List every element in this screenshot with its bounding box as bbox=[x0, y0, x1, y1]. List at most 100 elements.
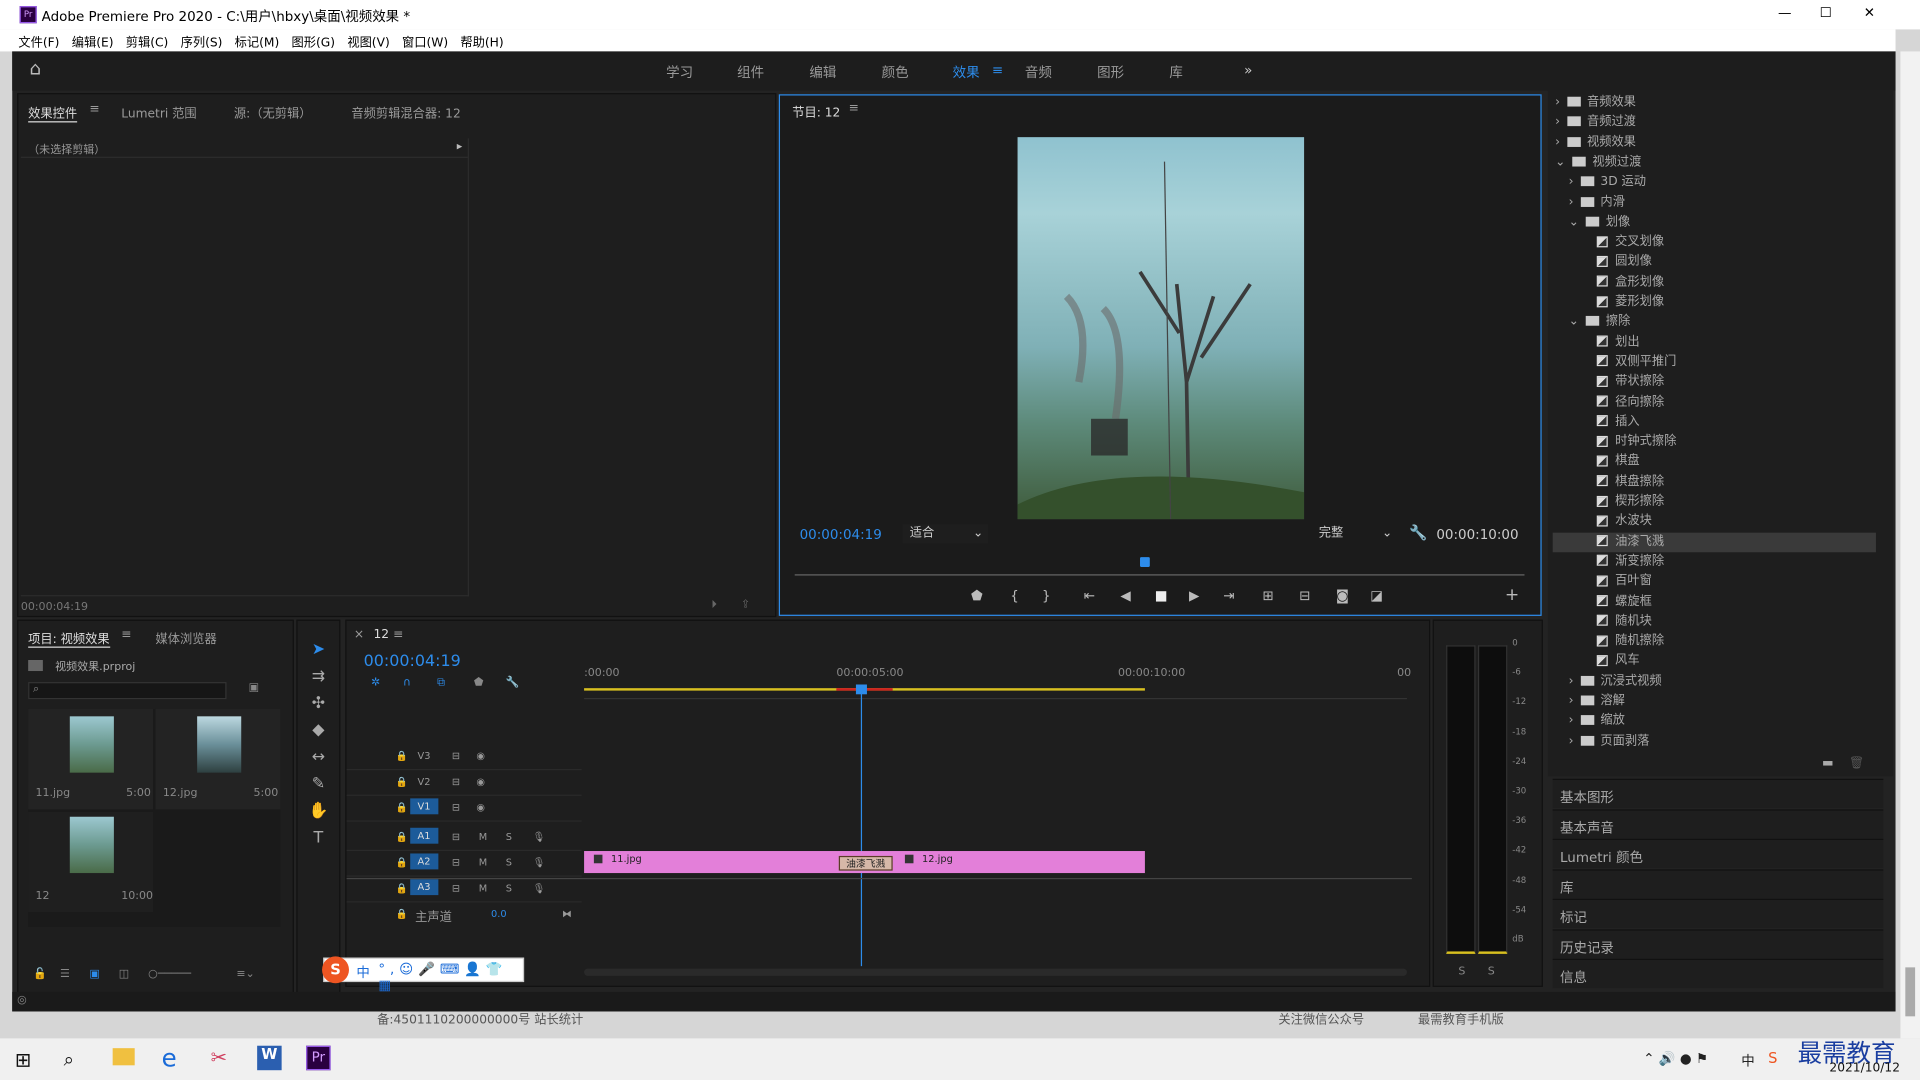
pen-tool-icon[interactable]: ✎ bbox=[307, 775, 329, 797]
camera-icon[interactable]: ◙ bbox=[1336, 588, 1349, 604]
panel-libraries[interactable]: 库 bbox=[1552, 869, 1884, 899]
tab-menu-icon[interactable]: ≡ bbox=[89, 103, 99, 116]
tree-effect[interactable]: 双侧平推门 bbox=[1553, 353, 1876, 373]
type-tool-icon[interactable]: T bbox=[307, 829, 329, 851]
tree-effect[interactable]: 插入 bbox=[1553, 412, 1876, 432]
mute-button[interactable]: M bbox=[479, 831, 487, 842]
tree-arrow-icon[interactable]: › bbox=[1555, 135, 1560, 148]
tree-folder[interactable]: › 内滑 bbox=[1553, 193, 1876, 213]
selection-tool-icon[interactable]: ➤ bbox=[307, 640, 329, 662]
solo-right-button[interactable]: S bbox=[1488, 966, 1495, 978]
lock-icon[interactable]: 🔒 bbox=[396, 857, 408, 868]
tree-folder[interactable]: › 沉浸式视频 bbox=[1553, 672, 1876, 692]
sync-lock-icon[interactable]: ⊟ bbox=[452, 883, 460, 894]
mute-button[interactable]: M bbox=[479, 883, 487, 894]
playhead-marker[interactable] bbox=[1140, 557, 1150, 567]
go-to-out-icon[interactable]: ⇥ bbox=[1223, 588, 1234, 604]
ime-tray[interactable]: 中 bbox=[1741, 1051, 1754, 1071]
new-bin-icon[interactable]: ▬ bbox=[1822, 757, 1834, 770]
tree-effect[interactable]: 菱形划像 bbox=[1553, 293, 1876, 313]
project-item[interactable]: 11.jpg 5:00 bbox=[28, 708, 154, 810]
sogou-tray-icon[interactable]: S bbox=[1768, 1049, 1777, 1066]
project-item[interactable]: 12 10:00 bbox=[28, 811, 154, 913]
ws-graphics[interactable]: 图形 bbox=[1097, 62, 1124, 82]
sync-lock-icon[interactable]: ⊟ bbox=[452, 802, 460, 813]
timeline-menu-icon[interactable]: ≡ bbox=[393, 628, 403, 641]
playhead-handle[interactable] bbox=[855, 684, 867, 695]
ws-effects[interactable]: 效果 bbox=[953, 62, 980, 82]
master-value[interactable]: 0.0 bbox=[491, 909, 507, 920]
panel-markers[interactable]: 标记 bbox=[1552, 898, 1884, 929]
tree-folder[interactable]: › 音频过渡 bbox=[1553, 113, 1876, 133]
zoom-select[interactable]: 适合 ⌄ bbox=[902, 524, 989, 544]
timeline-playhead[interactable] bbox=[860, 684, 863, 967]
razor-tool-icon[interactable]: ◆ bbox=[307, 721, 329, 743]
delete-icon[interactable]: 🗑 bbox=[1849, 757, 1865, 770]
lock-icon[interactable]: 🔒 bbox=[396, 802, 408, 813]
track-label[interactable]: A1 bbox=[410, 827, 438, 844]
snipping-tool-icon[interactable]: ✂ bbox=[211, 1046, 227, 1069]
new-bin-search-icon[interactable]: ▣ bbox=[249, 682, 259, 694]
nest-icon[interactable]: ✲ bbox=[371, 677, 380, 689]
mark-out-icon[interactable]: } bbox=[1042, 588, 1051, 604]
snap-icon[interactable]: ∩ bbox=[403, 677, 411, 689]
panel-essential-sound[interactable]: 基本声音 bbox=[1552, 809, 1884, 839]
menu-sequence[interactable]: 序列(S) bbox=[174, 29, 228, 52]
expand-arrow-icon[interactable]: ▸ bbox=[457, 141, 463, 153]
tab-media-browser[interactable]: 媒体浏览器 bbox=[156, 628, 217, 646]
tree-effect[interactable]: 随机块 bbox=[1553, 612, 1876, 632]
mic-icon[interactable]: 🎙 bbox=[533, 857, 545, 868]
menu-marker[interactable]: 标记(M) bbox=[229, 29, 286, 52]
scrollbar-thumb[interactable] bbox=[1905, 967, 1916, 1017]
tree-effect[interactable]: 百叶窗 bbox=[1553, 572, 1876, 592]
page-scrollbar[interactable] bbox=[1900, 51, 1920, 1039]
tree-folder[interactable]: ⌄ 划像 bbox=[1553, 213, 1876, 233]
lock-icon[interactable]: 🔒 bbox=[396, 883, 408, 894]
add-button-icon[interactable]: + bbox=[1505, 585, 1519, 605]
mark-in-icon[interactable]: { bbox=[1010, 588, 1019, 604]
minimize-button[interactable]: — bbox=[1778, 5, 1791, 21]
lift-icon[interactable]: ⊞ bbox=[1262, 588, 1273, 604]
lock-icon[interactable]: 🔓 bbox=[33, 969, 47, 981]
tree-effect[interactable]: 时钟式擦除 bbox=[1553, 432, 1876, 452]
tree-folder[interactable]: › 页面剥落 bbox=[1553, 732, 1876, 752]
tree-arrow-icon[interactable]: › bbox=[1569, 674, 1574, 687]
menu-file[interactable]: 文件(F) bbox=[12, 29, 65, 52]
eye-icon[interactable]: ◉ bbox=[476, 776, 485, 787]
menu-clip[interactable]: 剪辑(C) bbox=[120, 29, 175, 52]
tab-source[interactable]: 源:（无剪辑） bbox=[234, 103, 312, 121]
ws-audio[interactable]: 音频 bbox=[1025, 62, 1052, 82]
sync-lock-icon[interactable]: ⊟ bbox=[452, 751, 460, 762]
panel-info[interactable]: 信息 bbox=[1552, 958, 1884, 989]
tree-effect[interactable]: 圆划像 bbox=[1553, 253, 1876, 273]
track-label[interactable]: V2 bbox=[418, 776, 431, 787]
project-search[interactable]: ⌕ bbox=[28, 682, 227, 700]
lock-icon[interactable]: 🔒 bbox=[396, 909, 408, 920]
close-button[interactable]: ✕ bbox=[1864, 5, 1875, 21]
program-timecode[interactable]: 00:00:04:19 bbox=[800, 527, 882, 543]
tree-folder[interactable]: › 音频效果 bbox=[1553, 93, 1876, 113]
tree-arrow-icon[interactable]: ⌄ bbox=[1569, 215, 1579, 228]
time-ruler[interactable]: :00:00 00:00:05:00 00:00:10:00 00 bbox=[584, 665, 1411, 700]
tree-effect[interactable]: 风车 bbox=[1553, 652, 1876, 672]
add-marker-icon[interactable]: ⬟ bbox=[971, 588, 983, 604]
go-to-in-icon[interactable]: ⇤ bbox=[1084, 588, 1095, 604]
windows-start-icon[interactable]: ⊞ bbox=[15, 1048, 31, 1071]
lock-icon[interactable]: 🔒 bbox=[396, 751, 408, 762]
transition[interactable]: 油漆飞溅 bbox=[838, 855, 893, 871]
hand-tool-icon[interactable]: ✋ bbox=[307, 802, 329, 824]
lock-icon[interactable]: 🔒 bbox=[396, 776, 408, 787]
track-select-tool-icon[interactable]: ⇉ bbox=[307, 667, 329, 689]
tree-folder[interactable]: ⌄ 擦除 bbox=[1553, 313, 1876, 333]
tree-effect[interactable]: 水波块 bbox=[1553, 512, 1876, 532]
sort-icon[interactable]: ≡⌄ bbox=[236, 969, 254, 981]
tree-arrow-icon[interactable]: ⌄ bbox=[1569, 315, 1579, 328]
zoom-slider[interactable]: ○───── bbox=[148, 969, 191, 981]
ws-assembly[interactable]: 组件 bbox=[737, 62, 764, 82]
tab-lumetri-scopes[interactable]: Lumetri 范围 bbox=[121, 103, 196, 121]
menu-graphics[interactable]: 图形(G) bbox=[285, 29, 341, 52]
program-menu-icon[interactable]: ≡ bbox=[849, 102, 859, 115]
clock-date[interactable]: 2021/10/12 bbox=[1829, 1062, 1900, 1075]
sync-lock-icon[interactable]: ⊟ bbox=[452, 776, 460, 787]
tree-effect[interactable]: 螺旋框 bbox=[1553, 592, 1876, 612]
